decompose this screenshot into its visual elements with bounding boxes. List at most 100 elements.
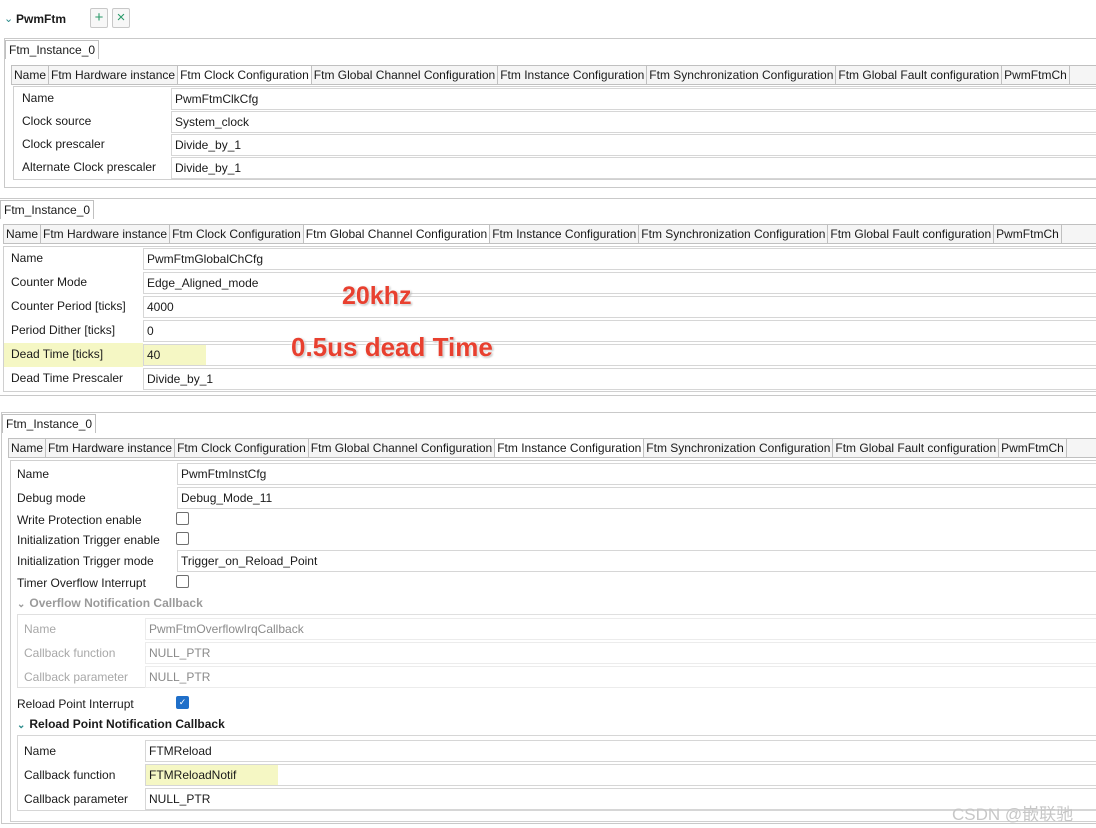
overflow-callback-grid: Name PwmFtmOverflowIrqCallback Callback … bbox=[17, 614, 1096, 688]
config-tabs: Name Ftm Hardware instance Ftm Clock Confi… bbox=[11, 65, 1096, 85]
name-field[interactable]: PwmFtmInstCfg bbox=[177, 463, 1096, 485]
chevron-down-icon: ⌄ bbox=[17, 720, 26, 731]
row-dead-time: Dead Time [ticks] 40 bbox=[4, 343, 1096, 367]
field-label: Counter Mode bbox=[11, 275, 88, 289]
tab-pwmftmch[interactable]: PwmFtmCh bbox=[994, 225, 1062, 243]
tab-ftm-global-fault-configuration[interactable]: Ftm Global Fault configuration bbox=[836, 66, 1003, 84]
tab-ftm-clock-configuration[interactable]: Ftm Clock Configuration bbox=[170, 225, 304, 243]
tab-ftm-instance-configuration[interactable]: Ftm Instance Configuration bbox=[495, 439, 645, 457]
counter-mode-field[interactable]: Edge_Aligned_mode bbox=[143, 272, 1096, 294]
tab-name[interactable]: Name bbox=[9, 439, 47, 457]
field-label: Callback function bbox=[24, 646, 116, 660]
field-label: Callback parameter bbox=[24, 670, 129, 684]
instance-tab[interactable]: Ftm_Instance_0 bbox=[5, 40, 100, 59]
tab-name[interactable]: Name bbox=[12, 66, 50, 84]
tab-ftm-hardware-instance[interactable]: Ftm Hardware instance bbox=[49, 66, 179, 84]
reload-callback-function-field[interactable]: FTMReloadNotif bbox=[145, 764, 1096, 786]
tab-ftm-global-fault-configuration[interactable]: Ftm Global Fault configuration bbox=[833, 439, 1000, 457]
global-grid: Name PwmFtmGlobalChCfg Counter Mode Edge… bbox=[3, 246, 1096, 392]
row-name: Name PwmFtmClkCfg bbox=[14, 87, 1096, 110]
tab-name[interactable]: Name bbox=[4, 225, 42, 243]
init-trigger-checkbox[interactable] bbox=[176, 532, 189, 545]
tab-pwmftmch[interactable]: PwmFtmCh bbox=[1002, 66, 1070, 84]
instance-tab[interactable]: Ftm_Instance_0 bbox=[2, 414, 97, 433]
clock-source-field[interactable]: System_clock bbox=[171, 111, 1096, 133]
field-label: Alternate Clock prescaler bbox=[22, 160, 157, 174]
field-label: Counter Period [ticks] bbox=[11, 299, 126, 313]
debug-mode-field[interactable]: Debug_Mode_11 bbox=[177, 487, 1096, 509]
field-label: Name bbox=[24, 744, 57, 758]
row-counter-period: Counter Period [ticks] 4000 bbox=[4, 295, 1096, 319]
reload-interrupt-checkbox[interactable]: ✓ bbox=[176, 696, 189, 709]
init-trigger-mode-field[interactable]: Trigger_on_Reload_Point bbox=[177, 550, 1096, 572]
section-title: Reload Point Notification Callback bbox=[29, 717, 225, 731]
tab-ftm-global-fault-configuration[interactable]: Ftm Global Fault configuration bbox=[828, 225, 995, 243]
name-field[interactable]: PwmFtmGlobalChCfg bbox=[143, 248, 1096, 270]
row-name: Name PwmFtmGlobalChCfg bbox=[4, 247, 1096, 271]
tab-ftm-instance-configuration[interactable]: Ftm Instance Configuration bbox=[490, 225, 640, 243]
field-label: Clock source bbox=[22, 114, 92, 128]
row-clock-source: Clock source System_clock bbox=[14, 110, 1096, 133]
reload-callback-header[interactable]: ⌄ Reload Point Notification Callback bbox=[17, 717, 225, 731]
period-dither-field[interactable]: 0 bbox=[143, 320, 1096, 342]
instance-grid: Name PwmFtmInstCfg Debug mode Debug_Mode… bbox=[10, 460, 1096, 822]
config-tabs: Name Ftm Hardware instance Ftm Clock Confi… bbox=[8, 438, 1096, 458]
tab-ftm-clock-configuration[interactable]: Ftm Clock Configuration bbox=[175, 439, 309, 457]
tab-pwmftmch[interactable]: PwmFtmCh bbox=[999, 439, 1067, 457]
collapse-chevron-icon[interactable]: ⌄ bbox=[4, 12, 13, 25]
dead-time-prescaler-field[interactable]: Divide_by_1 bbox=[143, 368, 1096, 390]
write-protection-checkbox[interactable] bbox=[176, 512, 189, 525]
field-label: Write Protection enable bbox=[17, 513, 142, 527]
add-button[interactable]: + bbox=[90, 8, 108, 28]
field-label: Name bbox=[11, 251, 44, 265]
frequency-annotation: 20khz bbox=[342, 282, 412, 310]
row-dead-time-prescaler: Dead Time Prescaler Divide_by_1 bbox=[4, 367, 1096, 391]
overflow-callback-parameter-field: NULL_PTR bbox=[145, 666, 1096, 688]
watermark: CSDN @嵌联驰 bbox=[952, 805, 1074, 824]
alt-clock-prescaler-field[interactable]: Divide_by_1 bbox=[171, 157, 1096, 179]
tab-ftm-instance-configuration[interactable]: Ftm Instance Configuration bbox=[498, 66, 648, 84]
field-label: Dead Time [ticks] bbox=[11, 347, 104, 361]
field-label: Clock prescaler bbox=[22, 137, 105, 151]
tab-ftm-global-channel-configuration[interactable]: Ftm Global Channel Configuration bbox=[312, 66, 499, 84]
clock-panel: Ftm_Instance_0 Name Ftm Hardware instance… bbox=[4, 38, 1096, 188]
module-title: PwmFtm bbox=[16, 12, 67, 26]
clock-grid: Name PwmFtmClkCfg Clock source System_cl… bbox=[13, 86, 1096, 180]
field-label: Dead Time Prescaler bbox=[11, 371, 124, 385]
tab-ftm-hardware-instance[interactable]: Ftm Hardware instance bbox=[41, 225, 171, 243]
tab-ftm-synchronization-configuration[interactable]: Ftm Synchronization Configuration bbox=[647, 66, 837, 84]
tab-ftm-clock-configuration[interactable]: Ftm Clock Configuration bbox=[178, 66, 312, 84]
instance-panel: Ftm_Instance_0 Name Ftm Hardware instance… bbox=[1, 412, 1096, 824]
name-field[interactable]: PwmFtmClkCfg bbox=[171, 88, 1096, 110]
field-label: Name bbox=[22, 91, 55, 105]
row-counter-mode: Counter Mode Edge_Aligned_mode bbox=[4, 271, 1096, 295]
field-label: Callback function bbox=[24, 768, 116, 782]
row-period-dither: Period Dither [ticks] 0 bbox=[4, 319, 1096, 343]
timer-overflow-checkbox[interactable] bbox=[176, 575, 189, 588]
row-clock-prescaler: Clock prescaler Divide_by_1 bbox=[14, 133, 1096, 156]
field-label: Name bbox=[17, 467, 50, 481]
global-channel-panel: Ftm_Instance_0 Name Ftm Hardware instance… bbox=[0, 198, 1096, 396]
instance-tab[interactable]: Ftm_Instance_0 bbox=[0, 200, 95, 219]
field-label: Callback parameter bbox=[24, 792, 129, 806]
reload-name-field[interactable]: FTMReload bbox=[145, 740, 1096, 762]
tab-ftm-synchronization-configuration[interactable]: Ftm Synchronization Configuration bbox=[644, 439, 834, 457]
field-label: Reload Point Interrupt bbox=[17, 697, 134, 711]
editor-header: ⌄ PwmFtm + × bbox=[0, 6, 1096, 32]
tab-ftm-global-channel-configuration[interactable]: Ftm Global Channel Configuration bbox=[309, 439, 496, 457]
chevron-down-icon: ⌄ bbox=[17, 599, 26, 610]
field-label: Period Dither [ticks] bbox=[11, 323, 116, 337]
overflow-callback-header[interactable]: ⌄ Overflow Notification Callback bbox=[17, 596, 203, 610]
dead-time-field[interactable]: 40 bbox=[143, 344, 1096, 366]
field-label: Initialization Trigger enable bbox=[17, 533, 160, 547]
field-label: Debug mode bbox=[17, 491, 86, 505]
clock-prescaler-field[interactable]: Divide_by_1 bbox=[171, 134, 1096, 156]
counter-period-field[interactable]: 4000 bbox=[143, 296, 1096, 318]
remove-button[interactable]: × bbox=[112, 8, 130, 28]
overflow-name-field: PwmFtmOverflowIrqCallback bbox=[145, 618, 1096, 640]
tab-ftm-hardware-instance[interactable]: Ftm Hardware instance bbox=[46, 439, 176, 457]
tab-ftm-global-channel-configuration[interactable]: Ftm Global Channel Configuration bbox=[303, 225, 491, 243]
dead-time-annotation: 0.5us dead Time bbox=[291, 332, 493, 362]
tab-ftm-synchronization-configuration[interactable]: Ftm Synchronization Configuration bbox=[639, 225, 829, 243]
field-label: Name bbox=[24, 622, 57, 636]
